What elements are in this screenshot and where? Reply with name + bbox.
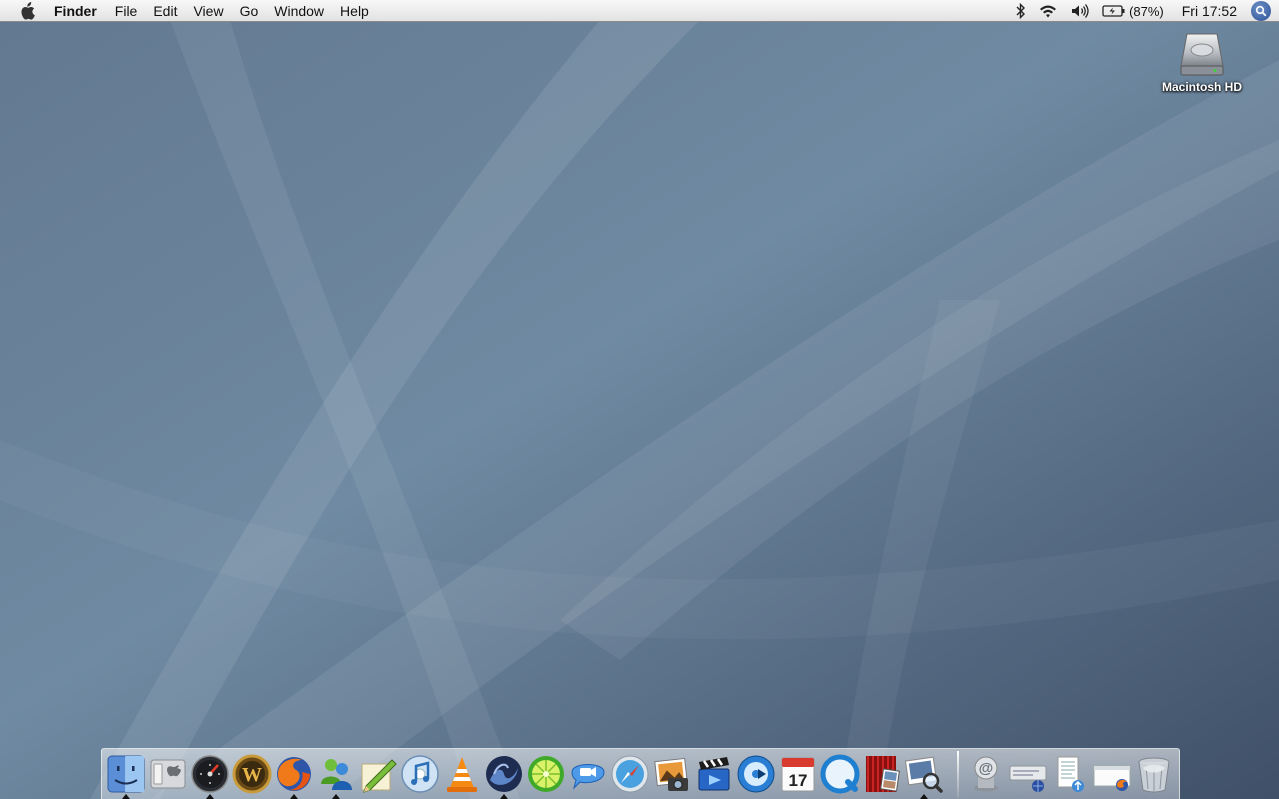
dock-item-preview[interactable] <box>904 754 944 799</box>
battery-menu[interactable]: (87%) <box>1096 0 1170 22</box>
limewire-icon <box>528 756 564 792</box>
hard-drive-icon <box>1180 33 1224 76</box>
svg-text:W: W <box>242 764 262 786</box>
ical-icon: 17 <box>781 757 815 792</box>
menu-bar: Finder File Edit View Go Window Help (87… <box>0 0 1279 22</box>
wifi-menu[interactable] <box>1032 0 1064 22</box>
running-indicator <box>332 794 340 799</box>
running-indicator <box>206 794 214 799</box>
dock-item-mail[interactable]: @ <box>966 754 1006 796</box>
dock-item-wave-app[interactable] <box>484 754 524 799</box>
spotlight-icon <box>1255 5 1267 17</box>
dock-item-finder[interactable] <box>106 754 146 799</box>
menu-view[interactable]: View <box>185 0 231 22</box>
dock-item-downloads[interactable] <box>1092 754 1132 796</box>
system-preferences-icon <box>150 759 186 789</box>
running-indicator <box>122 794 130 799</box>
svg-text:@: @ <box>979 760 994 777</box>
messenger-icon <box>321 759 352 790</box>
dock-item-imovie[interactable] <box>694 754 734 796</box>
ical-date: 17 <box>789 771 808 790</box>
menu-window[interactable]: Window <box>266 0 332 22</box>
dock: W 17 @ <box>101 748 1180 799</box>
battery-percentage: (87%) <box>1129 3 1164 19</box>
menu-extras: (87%) Fri 17:52 <box>1010 0 1279 22</box>
menu-file[interactable]: File <box>107 0 146 22</box>
volume-icon <box>1072 4 1089 18</box>
battery-icon <box>1102 5 1125 17</box>
dock-item-warcraft[interactable]: W <box>232 754 272 796</box>
dvd-icon <box>737 755 775 793</box>
dock-item-photo-booth[interactable] <box>862 754 902 796</box>
mail-icon: @ <box>974 756 998 792</box>
dock-item-system-preferences[interactable] <box>148 754 188 796</box>
dock-item-iphoto[interactable] <box>652 754 692 796</box>
photobooth-icon <box>866 756 900 792</box>
bluetooth-menu[interactable] <box>1010 0 1032 22</box>
warcraft-icon: W <box>232 754 272 794</box>
network-drive-icon <box>1009 765 1047 792</box>
dock-item-document[interactable] <box>1050 754 1090 796</box>
pencil-icon <box>361 759 397 793</box>
vlc-icon <box>447 757 477 792</box>
safari-icon <box>611 755 649 793</box>
apple-menu[interactable] <box>0 0 54 22</box>
quicktime-icon <box>820 754 860 794</box>
dock-separator <box>957 751 959 798</box>
desktop-icon-macintosh-hd[interactable]: Macintosh HD <box>1152 30 1252 94</box>
menu-app-name[interactable]: Finder <box>54 0 107 22</box>
menu-help[interactable]: Help <box>332 0 377 22</box>
dock-item-network-drive[interactable] <box>1008 754 1048 796</box>
dock-item-dashboard[interactable] <box>190 754 230 799</box>
trash-icon <box>1138 757 1170 793</box>
firefox-icon <box>277 757 311 791</box>
imovie-icon <box>698 757 730 791</box>
dock-item-dvd-player[interactable] <box>736 754 776 796</box>
bluetooth-icon <box>1016 3 1026 19</box>
dock-item-safari[interactable] <box>610 754 650 796</box>
dock-item-limewire[interactable] <box>526 754 566 796</box>
apple-icon <box>21 1 35 20</box>
dock-item-ical[interactable]: 17 <box>778 754 818 796</box>
dashboard-icon <box>191 755 229 793</box>
iphoto-icon <box>654 757 688 791</box>
desktop-wallpaper <box>0 0 1279 799</box>
dock-item-itunes[interactable] <box>400 754 440 796</box>
spotlight-button[interactable] <box>1251 1 1271 21</box>
dock-item-firefox[interactable] <box>274 754 314 799</box>
wave-icon <box>486 756 522 792</box>
clock[interactable]: Fri 17:52 <box>1170 0 1251 22</box>
running-indicator <box>500 794 508 799</box>
downloads-icon <box>1093 765 1131 791</box>
running-indicator <box>920 794 928 799</box>
dock-item-quicktime[interactable] <box>820 754 860 796</box>
dock-item-messenger[interactable] <box>316 754 356 799</box>
dock-item-pencil-app[interactable] <box>358 754 398 796</box>
finder-icon <box>107 755 145 793</box>
dock-item-ichat[interactable] <box>568 754 608 796</box>
volume-menu[interactable] <box>1064 0 1096 22</box>
document-icon <box>1057 756 1084 792</box>
preview-icon <box>904 756 943 793</box>
itunes-icon <box>401 755 439 793</box>
menu-edit[interactable]: Edit <box>145 0 185 22</box>
menu-go[interactable]: Go <box>232 0 267 22</box>
desktop-icon-label: Macintosh HD <box>1161 80 1242 94</box>
ichat-icon <box>571 764 605 790</box>
dock-item-vlc[interactable] <box>442 754 482 796</box>
wifi-icon <box>1040 5 1057 18</box>
dock-item-trash[interactable] <box>1134 754 1174 796</box>
running-indicator <box>290 794 298 799</box>
